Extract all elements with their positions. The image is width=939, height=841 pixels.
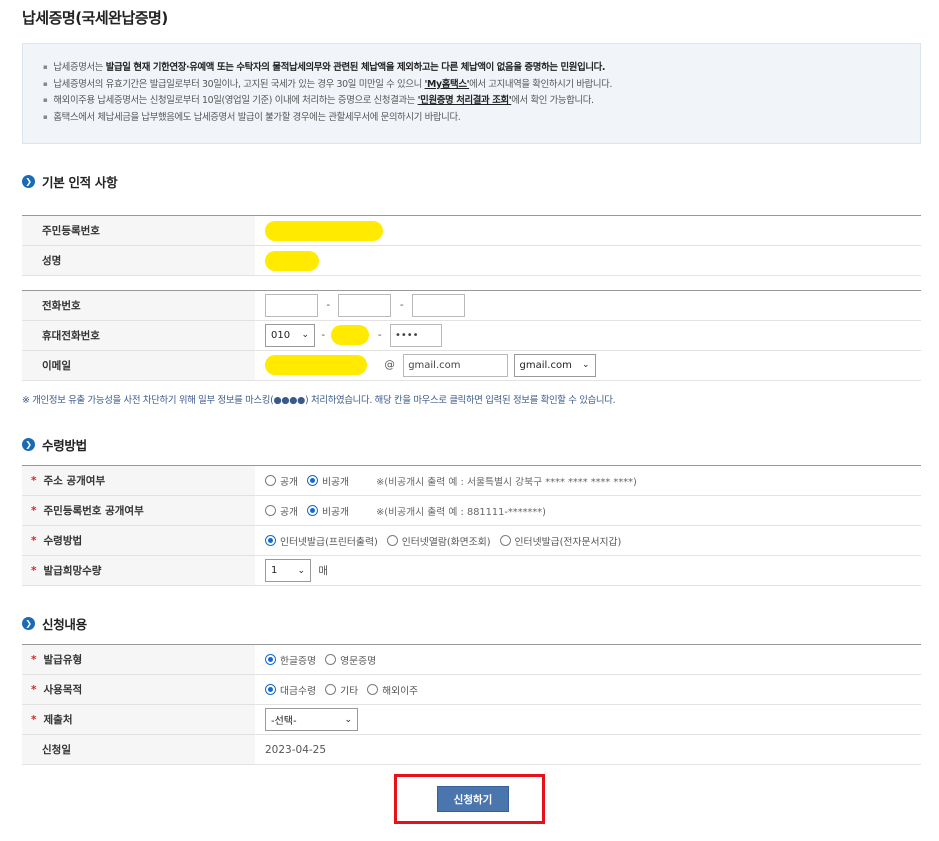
masked-rrn[interactable] (265, 220, 383, 241)
phone-field-1[interactable] (265, 294, 318, 317)
submit-to-label: * 제출처 (22, 704, 255, 735)
privacy-note: ※ 개인정보 유출 가능성을 사전 차단하기 위해 일부 정보를 마스킹(●●●… (22, 395, 616, 406)
notice-item: 납세증명서의 유효기간은 발급일로부터 30일이나, 고지된 국세가 있는 경우… (43, 77, 920, 94)
chevron-down-icon: ⌄ (344, 714, 352, 725)
chevron-down-icon: ⌄ (301, 330, 309, 341)
address-public-radio[interactable] (265, 475, 276, 486)
chevron-right-icon: ❯ (22, 438, 35, 451)
quantity-unit: 매 (318, 564, 329, 577)
contact-table: 전화번호 - - 휴대전화번호 010⌄ - - 이메일 @ gmail.com… (22, 290, 921, 381)
mobile-field-last[interactable] (389, 324, 442, 348)
method-view-radio[interactable] (386, 535, 398, 546)
result-inquiry-link[interactable]: '민원증명 처리결과 조회' (418, 95, 512, 106)
mobile-prefix-select[interactable]: 010 ⌄ (265, 323, 315, 347)
chevron-right-icon: ❯ (22, 175, 35, 188)
apply-date-value: 2023-04-25 (255, 734, 921, 765)
method-print-radio[interactable] (265, 535, 276, 546)
rrn-label: 주민등록번호 (22, 215, 255, 246)
mobile-label: 휴대전화번호 (22, 320, 255, 351)
phone-field-2[interactable] (338, 294, 392, 317)
masked-email-id[interactable] (265, 355, 367, 376)
email-at: @ (384, 359, 395, 372)
receive-table: * 주소 공개여부 공개 비공개 ※(비공개시 출력 예 : 서울특별시 강북구 … (22, 465, 921, 586)
email-label: 이메일 (22, 350, 255, 381)
receive-method-label: * 수령방법 (22, 525, 255, 556)
name-label: 성명 (22, 245, 255, 276)
section-title-receive: ❯ 수령방법 (22, 435, 87, 454)
quantity-select[interactable]: 1 ⌄ (265, 559, 311, 582)
purpose-label: * 사용목적 (22, 674, 255, 705)
purpose-payment-radio[interactable] (265, 684, 276, 695)
email-domain-select[interactable]: gmail.com ⌄ (513, 353, 596, 377)
submit-button[interactable]: 신청하기 (437, 786, 509, 812)
chevron-down-icon: ⌄ (581, 360, 590, 371)
phone-field-3[interactable] (411, 294, 465, 317)
notice-item: 납세증명서는 발급일 현재 기한연장·유예액 또는 수탁자의 물적납세의무와 관… (43, 60, 920, 77)
notice-item: 해외이주용 납세증명서는 신청일로부터 10일(영업일 기준) 이내에 처리하는… (43, 93, 920, 110)
purpose-emigration-radio[interactable] (367, 684, 379, 695)
page-title: 납세증명(국세완납증명) (22, 9, 168, 27)
phone-label: 전화번호 (22, 290, 255, 321)
chevron-down-icon: ⌄ (297, 565, 305, 576)
basic-info-table: 주민등록번호 성명 (22, 215, 921, 276)
address-private-radio[interactable] (307, 475, 319, 486)
notice-box: 납세증명서는 발급일 현재 기한연장·유예액 또는 수탁자의 물적납세의무와 관… (22, 43, 921, 144)
section-title-basic: ❯ 기본 인적 사항 (22, 172, 118, 191)
address-hint: ※(비공개시 출력 예 : 서울특별시 강북구 **** **** **** *… (376, 476, 637, 488)
address-open-label: * 주소 공개여부 (22, 465, 255, 496)
quantity-label: * 발급희망수량 (22, 555, 255, 586)
my-hometax-link[interactable]: 'My홈택스' (425, 79, 470, 90)
method-wallet-radio[interactable] (499, 535, 511, 546)
apply-date-label: 신청일 (22, 734, 255, 765)
masked-mobile-middle[interactable] (331, 325, 370, 346)
issue-type-label: * 발급유형 (22, 644, 255, 675)
chevron-right-icon: ❯ (22, 617, 35, 630)
submit-to-select[interactable]: -선택- ⌄ (265, 708, 358, 731)
purpose-other-radio[interactable] (325, 684, 337, 695)
rrn-public-radio[interactable] (265, 505, 276, 516)
type-english-radio[interactable] (325, 654, 337, 665)
notice-item: 홈택스에서 체납세금을 납부했음에도 납세증명서 발급이 불가할 경우에는 관할… (43, 110, 920, 127)
rrn-private-radio[interactable] (307, 505, 319, 516)
apply-table: * 발급유형 한글증명 영문증명 * 사용목적 대금수령 기타 해외이주 * 제출처 … (22, 644, 921, 765)
type-korean-radio[interactable] (265, 654, 276, 665)
section-title-apply: ❯ 신청내용 (22, 614, 87, 633)
masked-name[interactable] (265, 250, 319, 271)
rrn-hint: ※(비공개시 출력 예 : 881111-*******) (376, 506, 547, 518)
email-domain-field[interactable] (403, 354, 509, 378)
rrn-open-label: * 주민등록번호 공개여부 (22, 495, 255, 526)
